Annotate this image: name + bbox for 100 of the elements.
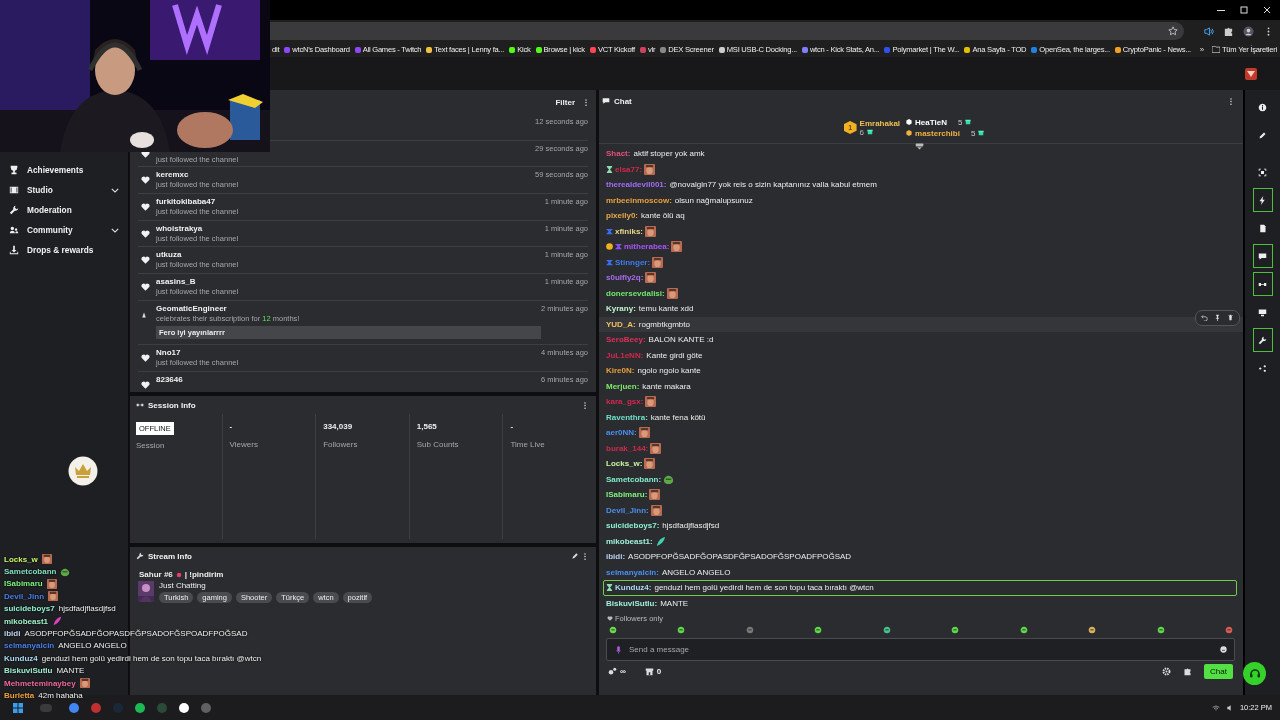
speaker-icon[interactable] <box>1225 703 1234 712</box>
gift-icon <box>867 129 874 135</box>
avatar-icon[interactable] <box>1243 25 1254 37</box>
link-button[interactable] <box>1252 272 1273 296</box>
chat-username[interactable]: therealdevil001: <box>606 180 667 190</box>
emoji-icon[interactable] <box>1220 646 1227 653</box>
chat-button[interactable]: Chat <box>1204 664 1233 679</box>
kebab-icon[interactable] <box>1229 96 1233 106</box>
chat-username[interactable]: Kyrany: <box>606 304 636 314</box>
emote-icon <box>652 256 664 268</box>
emote-icon[interactable] <box>1088 626 1097 634</box>
chat-username[interactable]: ISabimaru: <box>606 490 648 500</box>
sidebar-item[interactable]: Community <box>0 220 128 240</box>
chat-username[interactable]: selmanyalcin: <box>606 567 659 577</box>
emote-icon[interactable] <box>677 626 686 634</box>
chat-username[interactable]: YUD_A: <box>606 319 636 329</box>
message-input[interactable]: Send a message <box>629 642 1212 657</box>
kebab-icon[interactable] <box>584 97 588 107</box>
chat-username[interactable]: mrbeeinmoscow: <box>606 195 672 205</box>
chat-username[interactable]: Shact: <box>606 149 631 159</box>
kebab-icon[interactable] <box>583 400 587 410</box>
emote-icon[interactable] <box>745 626 754 634</box>
undo-icon[interactable] <box>1201 314 1208 321</box>
overlay-chat-username: Mehmeteminaybey <box>4 678 76 688</box>
chat-username[interactable]: mitherabea: <box>624 242 670 252</box>
chat-username[interactable]: donersevdalisi: <box>606 288 665 298</box>
close-icon[interactable] <box>1262 5 1272 15</box>
address-field[interactable] <box>270 22 1184 40</box>
logo-icon[interactable] <box>1245 67 1257 80</box>
wifi-icon[interactable] <box>1211 703 1220 712</box>
chat-username[interactable]: xfiniks: <box>615 226 643 236</box>
emote-icon <box>645 225 656 237</box>
chat-username[interactable]: ibidi: <box>606 552 626 562</box>
chat-username[interactable]: pixelly0: <box>606 211 638 221</box>
trash-icon[interactable] <box>1227 314 1234 321</box>
settings-icon[interactable] <box>1162 667 1172 676</box>
maximize-icon[interactable] <box>1239 5 1249 15</box>
gift-count: 5 <box>957 117 963 127</box>
app-icon[interactable] <box>178 701 190 714</box>
emote-icon <box>48 591 58 602</box>
emote-icon[interactable] <box>1019 626 1028 634</box>
chat-username[interactable]: mikobeast1: <box>606 536 653 546</box>
app-icon[interactable] <box>134 701 146 714</box>
stat-value: - <box>510 422 514 431</box>
emote-icon <box>41 554 52 565</box>
chat-username[interactable]: Kunduz4: <box>615 583 652 593</box>
emote-icon[interactable] <box>814 626 823 634</box>
lightning-button[interactable] <box>1252 188 1273 212</box>
puzzle-icon[interactable] <box>1183 667 1193 676</box>
emote-icon <box>650 504 662 516</box>
chat-username[interactable]: aer0NN: <box>606 428 637 438</box>
gift-count: 6 <box>859 127 865 137</box>
wrench-button[interactable] <box>1252 328 1273 352</box>
start-icon[interactable] <box>12 701 24 714</box>
category-name[interactable]: Just Chatting <box>159 581 206 590</box>
gift-icon <box>978 130 985 136</box>
support-button[interactable] <box>1243 662 1266 685</box>
follower-name: utkuza <box>156 250 182 260</box>
more-bookmarks-button[interactable]: » <box>1199 45 1204 54</box>
chat-username[interactable]: Sametcobann: <box>606 474 662 484</box>
heart-icon <box>141 176 150 185</box>
filter-button[interactable]: Filter <box>555 97 575 107</box>
chat-message-text: aktif stoper yok amk <box>633 149 705 159</box>
emote-icon[interactable] <box>951 626 960 634</box>
overlay-chat-username: mikobeast1 <box>4 616 49 626</box>
channel-points-icon[interactable] <box>608 667 617 676</box>
chat-message-text: ngolo ngolo kante <box>637 366 701 376</box>
message-field[interactable]: Send a message <box>606 638 1235 661</box>
pencil-icon[interactable] <box>571 552 579 560</box>
store-icon[interactable] <box>644 667 654 676</box>
chat-username[interactable]: Merjuen: <box>606 381 640 391</box>
chat-username[interactable]: Stinnger: <box>615 257 651 267</box>
chat-username[interactable]: s0ulfly2q: <box>606 273 644 283</box>
chat-button[interactable] <box>1252 244 1273 268</box>
overlay-chat-text: genduzi hem golü yedirdi hem de son topu taca bıraktı @wtcn <box>41 653 262 663</box>
sidebar-item[interactable]: Moderation <box>0 200 128 220</box>
emote-icon[interactable] <box>609 626 617 634</box>
collapse-handle-icon[interactable] <box>915 143 924 150</box>
emote-icon[interactable] <box>1156 626 1165 634</box>
chat-bubble-icon <box>602 97 610 105</box>
panel-title: Session Info <box>148 400 196 410</box>
chat-username[interactable]: BiskuviSutlu: <box>606 598 658 608</box>
emote-icon[interactable] <box>882 626 891 634</box>
sound-icon[interactable] <box>1203 25 1214 37</box>
kebab-icon[interactable] <box>583 551 587 561</box>
chat-username[interactable]: Locks_w: <box>606 459 643 469</box>
emote-icon[interactable] <box>1224 626 1233 634</box>
chat-username[interactable]: Devil_Jinn: <box>606 505 649 515</box>
chat-username[interactable]: suicideboys7: <box>606 521 660 531</box>
microphone-icon[interactable] <box>616 645 621 654</box>
overlay-chat-username: Burletta <box>4 691 35 700</box>
chat-username[interactable]: Raventhra: <box>606 412 648 422</box>
sidebar-item[interactable]: Achievements <box>0 160 128 180</box>
focus-icon <box>1258 167 1267 177</box>
puzzle-icon[interactable] <box>1223 25 1234 37</box>
sidebar-item[interactable]: Drops & rewards <box>0 240 128 260</box>
sidebar-item[interactable]: Studio <box>0 180 128 200</box>
chat-username[interactable]: Kire0N: <box>606 366 635 376</box>
film-icon <box>9 185 19 195</box>
pin-icon[interactable] <box>1214 314 1221 321</box>
